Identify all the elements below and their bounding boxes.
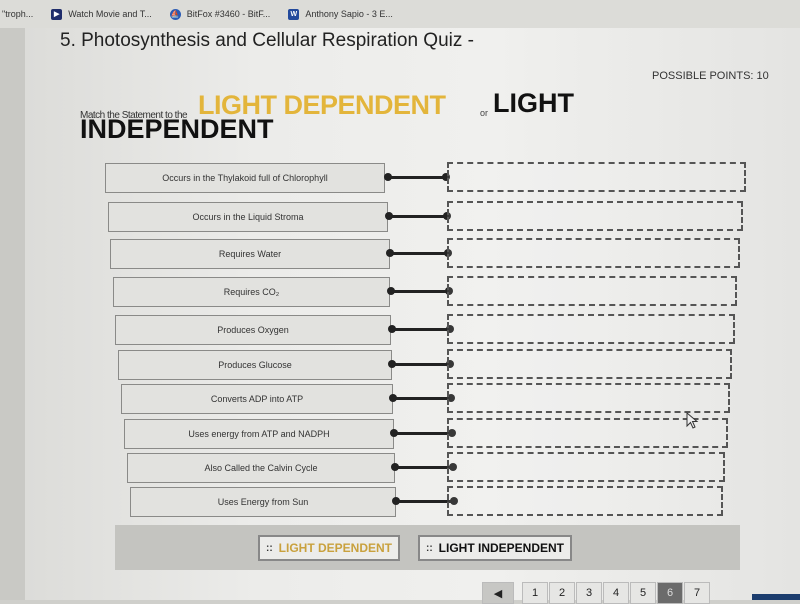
page-button[interactable]: 7 — [684, 582, 710, 604]
connector-line — [392, 497, 458, 505]
bookmarks-bar: "troph... ▶ Watch Movie and T... ⛵ BitFo… — [0, 0, 800, 29]
connector-line — [387, 287, 453, 295]
connector-line — [388, 360, 454, 368]
statement-box: Produces Glucose — [118, 350, 392, 380]
matching-panel: Occurs in the Thylakoid full of Chloroph… — [95, 150, 765, 525]
word-icon: W — [288, 8, 300, 20]
mouse-cursor-icon — [686, 412, 699, 429]
connector-line — [390, 429, 456, 437]
bookmark-watch-movie[interactable]: ▶ Watch Movie and T... — [51, 8, 152, 20]
statement-box: Occurs in the Thylakoid full of Chloroph… — [105, 163, 385, 193]
answer-chip-light-independent[interactable]: :: LIGHT INDEPENDENT — [418, 535, 573, 561]
bookmark-label: BitFox #3460 - BitF... — [186, 9, 271, 19]
statement-box: Uses energy from ATP and NADPH — [124, 419, 394, 449]
page-button-current[interactable]: 6 — [657, 582, 683, 604]
page-button[interactable]: 5 — [630, 582, 656, 604]
page-button[interactable]: 2 — [549, 582, 575, 604]
prev-page-button[interactable]: ◀ — [482, 582, 514, 604]
answer-chip-light-dependent[interactable]: :: LIGHT DEPENDENT — [258, 535, 401, 561]
answer-chip-label: LIGHT INDEPENDENT — [438, 541, 565, 555]
connector-line — [388, 325, 454, 333]
drop-target[interactable] — [447, 238, 740, 268]
statement-box: Uses Energy from Sun — [130, 487, 396, 517]
prompt-or: or — [480, 108, 489, 118]
possible-points: POSSIBLE POINTS: 10 — [652, 70, 769, 82]
connector-line — [389, 394, 455, 402]
prompt-light: LIGHT — [493, 88, 574, 118]
statement-box: Also Called the Calvin Cycle — [127, 453, 395, 483]
bookmark-label: "troph... — [2, 9, 34, 19]
connector-line — [391, 463, 457, 471]
bookmark-troph[interactable]: "troph... — [2, 9, 33, 19]
drop-target[interactable] — [447, 314, 735, 344]
bitfox-icon: ⛵ — [169, 8, 181, 20]
bookmark-bitfox[interactable]: ⛵ BitFox #3460 - BitF... — [169, 8, 271, 20]
question-title: 5. Photosynthesis and Cellular Respirati… — [60, 30, 474, 51]
drop-target[interactable] — [447, 383, 730, 413]
statement-box: Produces Oxygen — [115, 315, 391, 345]
drag-handle-icon[interactable]: :: — [266, 543, 273, 554]
connector-line — [386, 249, 452, 257]
left-gutter — [0, 28, 25, 600]
movie-icon: ▶ — [51, 8, 63, 20]
bookmark-label: Anthony Sapio - 3 E... — [305, 9, 393, 19]
drop-target[interactable] — [447, 276, 737, 306]
drop-target[interactable] — [447, 162, 746, 192]
connector-line — [384, 173, 450, 181]
drop-target[interactable] — [447, 349, 732, 379]
next-button[interactable] — [752, 594, 800, 600]
drag-handle-icon[interactable]: :: — [426, 543, 433, 554]
answer-chip-label: LIGHT DEPENDENT — [278, 541, 393, 555]
page-button[interactable]: 4 — [603, 582, 629, 604]
answer-tray: :: LIGHT DEPENDENT :: LIGHT INDEPENDENT — [115, 525, 740, 570]
question-prompt: Match the Statement to the LIGHT DEPENDE… — [80, 88, 640, 148]
drop-target[interactable] — [447, 486, 723, 516]
statement-box: Requires CO₂ — [113, 277, 390, 307]
page-button[interactable]: 3 — [576, 582, 602, 604]
statement-box: Occurs in the Liquid Stroma — [108, 202, 388, 232]
bookmark-label: Watch Movie and T... — [68, 9, 152, 19]
statement-box: Requires Water — [110, 239, 390, 269]
bookmark-anthony-sapio[interactable]: W Anthony Sapio - 3 E... — [288, 8, 393, 20]
pagination: ◀ 1 2 3 4 5 6 7 — [482, 582, 711, 604]
drop-target[interactable] — [447, 201, 743, 231]
prompt-independent: INDEPENDENT — [80, 114, 274, 144]
statement-box: Converts ADP into ATP — [121, 384, 393, 414]
drop-target[interactable] — [447, 452, 725, 482]
connector-line — [385, 212, 451, 220]
page-button[interactable]: 1 — [522, 582, 548, 604]
